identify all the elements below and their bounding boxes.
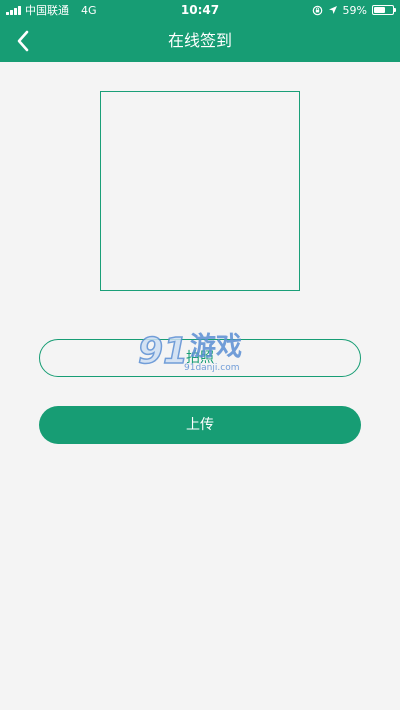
location-icon — [328, 6, 337, 14]
network-label: 4G — [81, 3, 97, 17]
upload-button[interactable]: 上传 — [39, 406, 361, 444]
photo-preview — [100, 91, 300, 291]
signal-icon — [6, 5, 21, 15]
lock-rotation-icon — [312, 5, 322, 15]
nav-bar: 在线签到 — [0, 20, 400, 62]
carrier-label: 中国联通 — [25, 4, 69, 17]
watermark-logo: 91 游戏 91danji.com — [137, 330, 268, 378]
battery-percent: 59% — [342, 3, 367, 17]
status-right: 59% — [312, 0, 396, 20]
battery-fill — [374, 7, 385, 13]
page-title: 在线签到 — [167, 31, 232, 50]
watermark-number: 91 — [137, 330, 189, 373]
watermark-text: 游戏 — [190, 332, 243, 362]
upload-label: 上传 — [186, 417, 214, 433]
status-left: 中国联通 4G — [6, 0, 97, 20]
battery-icon — [372, 5, 396, 15]
watermark-url: 91danji.com — [184, 363, 240, 373]
status-bar: 中国联通 4G 10:47 59% — [0, 0, 400, 20]
